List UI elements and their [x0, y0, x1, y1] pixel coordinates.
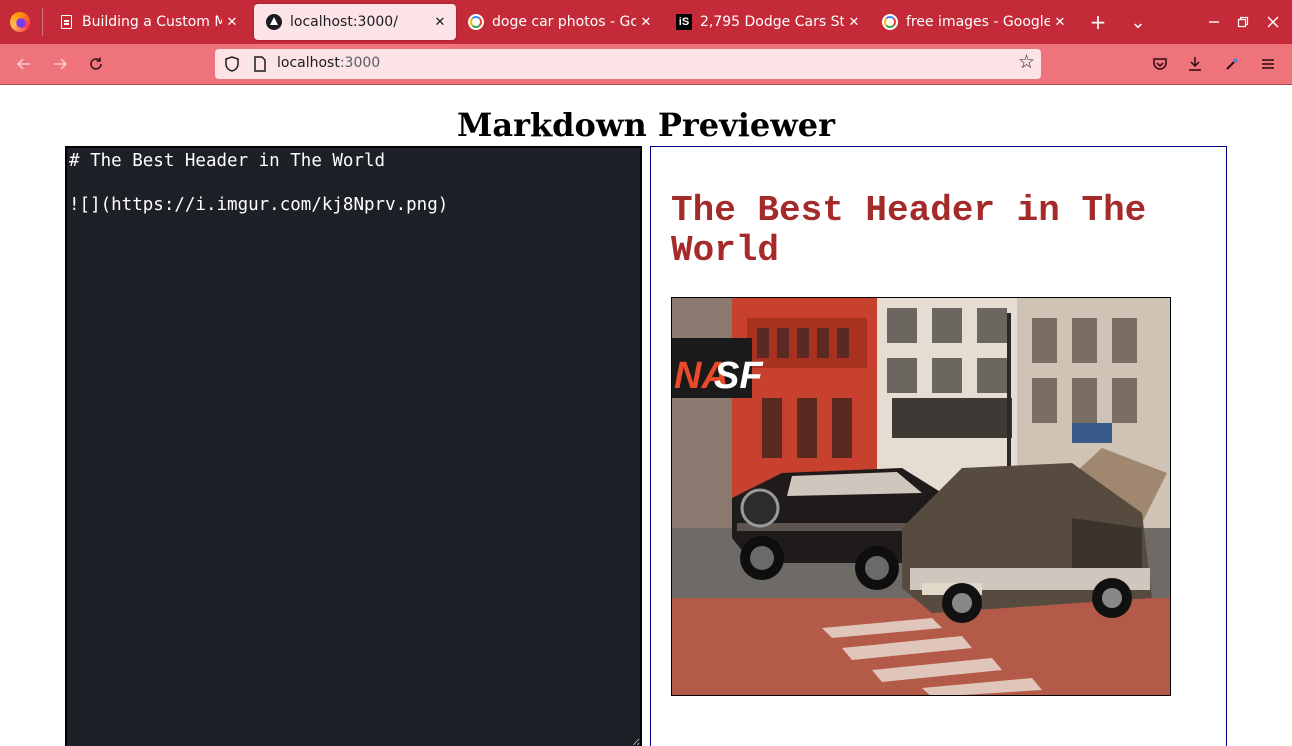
markdown-editor-textarea[interactable] — [65, 146, 642, 746]
tab-localhost[interactable]: localhost:3000/ ✕ — [254, 4, 456, 40]
back-button[interactable] — [10, 50, 38, 78]
page-title: Markdown Previewer — [456, 106, 835, 144]
istock-icon: iS — [676, 14, 692, 30]
restore-window-button[interactable] — [1229, 8, 1257, 36]
preview-image: NA SF — [671, 297, 1171, 696]
tab-dodge-cars-stock[interactable]: iS 2,795 Dodge Cars Stoc ✕ — [664, 4, 870, 40]
tab-title: free images - Google S — [906, 14, 1050, 30]
pocket-icon[interactable] — [1146, 50, 1174, 78]
tab-strip: Building a Custom Mar ✕ localhost:3000/ … — [0, 0, 1292, 44]
tab-building-custom[interactable]: Building a Custom Mar ✕ — [46, 4, 248, 40]
lowrider-cars-photo-icon: NA SF — [672, 298, 1170, 695]
app-menu-icon[interactable] — [1254, 50, 1282, 78]
toolbar-divider — [0, 84, 1292, 85]
document-icon — [58, 14, 74, 30]
tab-title: localhost:3000/ — [290, 14, 398, 30]
close-tab-icon[interactable]: ✕ — [222, 15, 242, 30]
tab-title: 2,795 Dodge Cars Stoc — [700, 14, 844, 30]
svg-text:SF: SF — [714, 355, 764, 397]
tab-strip-divider — [42, 8, 43, 36]
firefox-logo-icon[interactable] — [10, 12, 30, 32]
google-icon — [468, 14, 484, 30]
app-icon — [266, 14, 282, 30]
forward-arrow-icon — [54, 58, 68, 70]
reload-icon — [90, 57, 102, 70]
forward-button[interactable] — [46, 50, 74, 78]
tracking-protection-shield-icon[interactable] — [223, 55, 241, 73]
close-tab-icon[interactable]: ✕ — [1050, 15, 1070, 30]
bookmark-star-icon[interactable]: ☆ — [1018, 51, 1035, 73]
google-icon — [882, 14, 898, 30]
address-bar[interactable]: localhost:3000 ☆ — [215, 49, 1041, 79]
close-tab-icon[interactable]: ✕ — [844, 15, 864, 30]
close-tab-icon[interactable]: ✕ — [430, 15, 450, 30]
close-window-button[interactable] — [1259, 8, 1287, 36]
new-tab-button[interactable]: + — [1084, 8, 1112, 36]
navigation-toolbar: localhost:3000 ☆ — [0, 44, 1292, 84]
eyedropper-icon[interactable] — [1218, 50, 1246, 78]
preview-heading: The Best Header in The World — [671, 190, 1147, 271]
list-all-tabs-button[interactable]: ⌄ — [1124, 8, 1152, 36]
tab-free-images[interactable]: free images - Google S ✕ — [870, 4, 1076, 40]
tab-title: Building a Custom Mar — [82, 14, 222, 30]
tab-doge-car-photos[interactable]: doge car photos - Goog ✕ — [456, 4, 662, 40]
page-info-icon[interactable] — [251, 55, 269, 73]
downloads-icon[interactable] — [1181, 50, 1209, 78]
reload-button[interactable] — [82, 50, 110, 78]
url-text[interactable]: localhost:3000 — [277, 55, 380, 71]
preview-pane: The Best Header in The World NA SF — [650, 146, 1227, 746]
back-arrow-icon — [16, 58, 30, 70]
tab-title: doge car photos - Goog — [492, 14, 636, 30]
close-tab-icon[interactable]: ✕ — [636, 15, 656, 30]
minimize-window-button[interactable] — [1200, 8, 1228, 36]
